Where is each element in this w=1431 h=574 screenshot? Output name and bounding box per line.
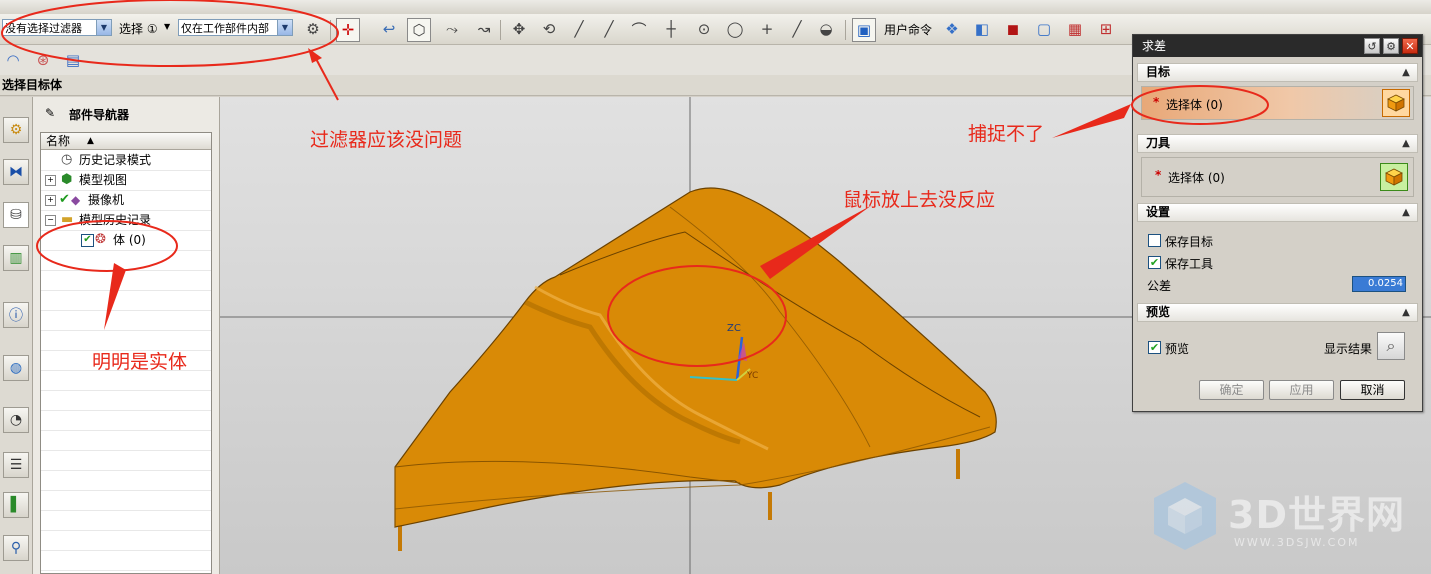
target-circle [1131, 85, 1269, 125]
filter-circle [1, 0, 339, 67]
filter-arrow [313, 54, 339, 101]
watermark-brand: 3D世界网 [1228, 493, 1405, 537]
watermark-cube-icon [1154, 482, 1216, 550]
viewport-circle [607, 265, 787, 367]
body-circle [36, 220, 178, 272]
watermark-url: WWW.3DSJW.COM [1234, 536, 1360, 549]
watermark: 3D世界网 WWW.3DSJW.COM [1150, 478, 1420, 568]
annotation-cannot-capture: 捕捉不了 [968, 123, 1045, 145]
target-arrow [1052, 104, 1131, 138]
viewport-arrow [760, 205, 872, 279]
annotation-is-solid: 明明是实体 [92, 351, 188, 373]
annotation-no-response: 鼠标放上去没反应 [843, 189, 996, 211]
body-arrow [104, 263, 126, 330]
annotation-filter-ok: 过滤器应该没问题 [310, 129, 463, 151]
